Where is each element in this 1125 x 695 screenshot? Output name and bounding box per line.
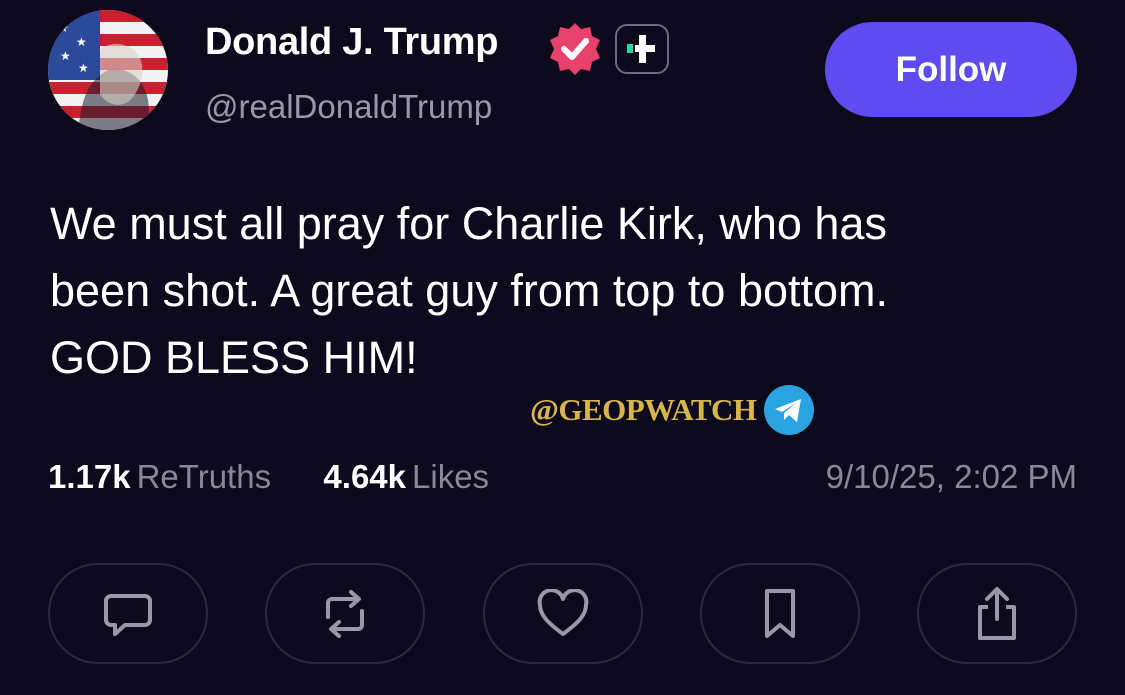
svg-text:★: ★ [60, 49, 71, 63]
watermark: @GEOPWATCH [530, 385, 815, 435]
bookmark-icon [765, 588, 795, 638]
comment-icon [104, 593, 152, 636]
author-display-name[interactable]: Donald J. Trump [205, 21, 499, 64]
author-handle[interactable]: @realDonaldTrump [205, 88, 492, 126]
follow-button[interactable]: Follow [825, 22, 1077, 117]
plus-badge-icon [615, 24, 669, 74]
share-button[interactable] [917, 563, 1077, 664]
likes-count: 4.64k [323, 458, 407, 495]
post-text-line: We must all pray for Charlie Kirk, who h… [50, 198, 887, 249]
verified-badge-icon [550, 23, 600, 75]
svg-text:★: ★ [58, 21, 69, 35]
post-timestamp: 9/10/25, 2:02 PM [825, 458, 1077, 495]
post-text: We must all pray for Charlie Kirk, who h… [50, 190, 1060, 391]
likes-label: Likes [412, 458, 490, 495]
heart-icon [537, 588, 589, 636]
retruths-count: 1.17k [48, 458, 131, 495]
post-text-line: GOD BLESS HIM! [50, 332, 418, 383]
svg-text:★: ★ [78, 61, 89, 75]
likes-stat[interactable]: 4.64k Likes [314, 458, 489, 495]
post-text-line: been shot. A great guy from top to botto… [50, 265, 889, 316]
bookmark-button[interactable] [700, 563, 860, 664]
reply-button[interactable] [48, 563, 208, 664]
author-avatar[interactable]: ★ ★ ★ ★ [48, 10, 168, 130]
watermark-text: @GEOPWATCH [530, 392, 757, 427]
post-stats: 1.17k ReTruths 4.64k Likes [48, 458, 489, 496]
retruths-label: ReTruths [136, 458, 272, 495]
svg-text:★: ★ [76, 35, 87, 49]
retruth-button[interactable] [265, 563, 425, 664]
like-button[interactable] [483, 563, 643, 664]
repost-icon [326, 589, 364, 638]
share-icon [978, 586, 1016, 640]
telegram-icon [763, 385, 814, 435]
retruths-stat[interactable]: 1.17k ReTruths [48, 458, 280, 495]
avatar-image: ★ ★ ★ ★ [48, 10, 168, 130]
